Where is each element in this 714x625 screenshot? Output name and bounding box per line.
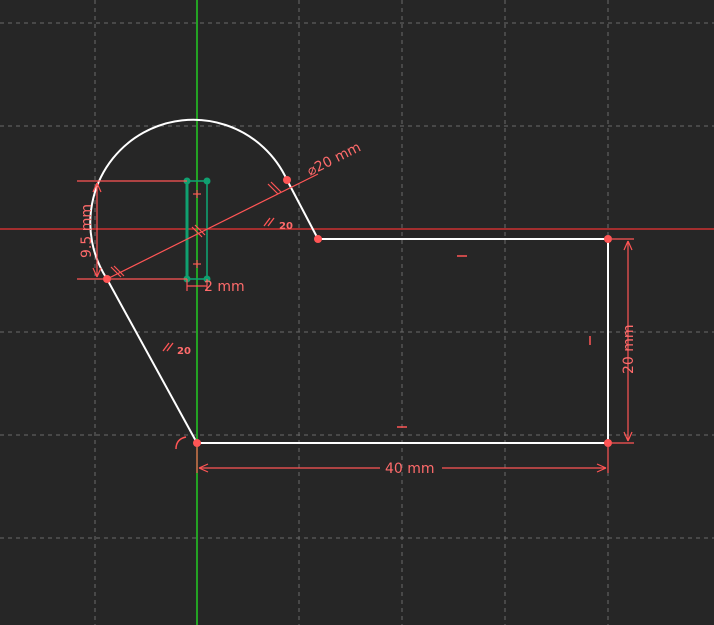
circular-arc[interactable] xyxy=(89,118,288,280)
grid xyxy=(0,0,714,625)
sketch-profile[interactable] xyxy=(89,118,609,444)
parallel-constraint-upper[interactable]: 20 xyxy=(263,217,293,232)
width-label[interactable]: 40 mm xyxy=(385,461,435,477)
parallel-constraint-lower-label: 20 xyxy=(177,346,191,357)
parallel-constraint-lower[interactable]: 20 xyxy=(162,342,191,357)
lower-tangent-line[interactable] xyxy=(106,278,198,444)
parallel-constraint-upper-label: 20 xyxy=(279,221,293,232)
slot-height-label[interactable]: 9.5 mm xyxy=(79,204,95,258)
slot-width-label[interactable]: 2 mm xyxy=(204,279,245,295)
height-label[interactable]: 20 mm xyxy=(621,324,637,374)
profile-vertices[interactable] xyxy=(103,176,612,447)
sketch-canvas[interactable]: ⌀20 mm 9.5 mm 2 mm 20 mm 40 mm 20 20 xyxy=(0,0,714,625)
diameter-label[interactable]: ⌀20 mm xyxy=(305,139,364,179)
horizontal-constraint-markers xyxy=(397,255,467,428)
coincident-marker xyxy=(175,436,187,450)
